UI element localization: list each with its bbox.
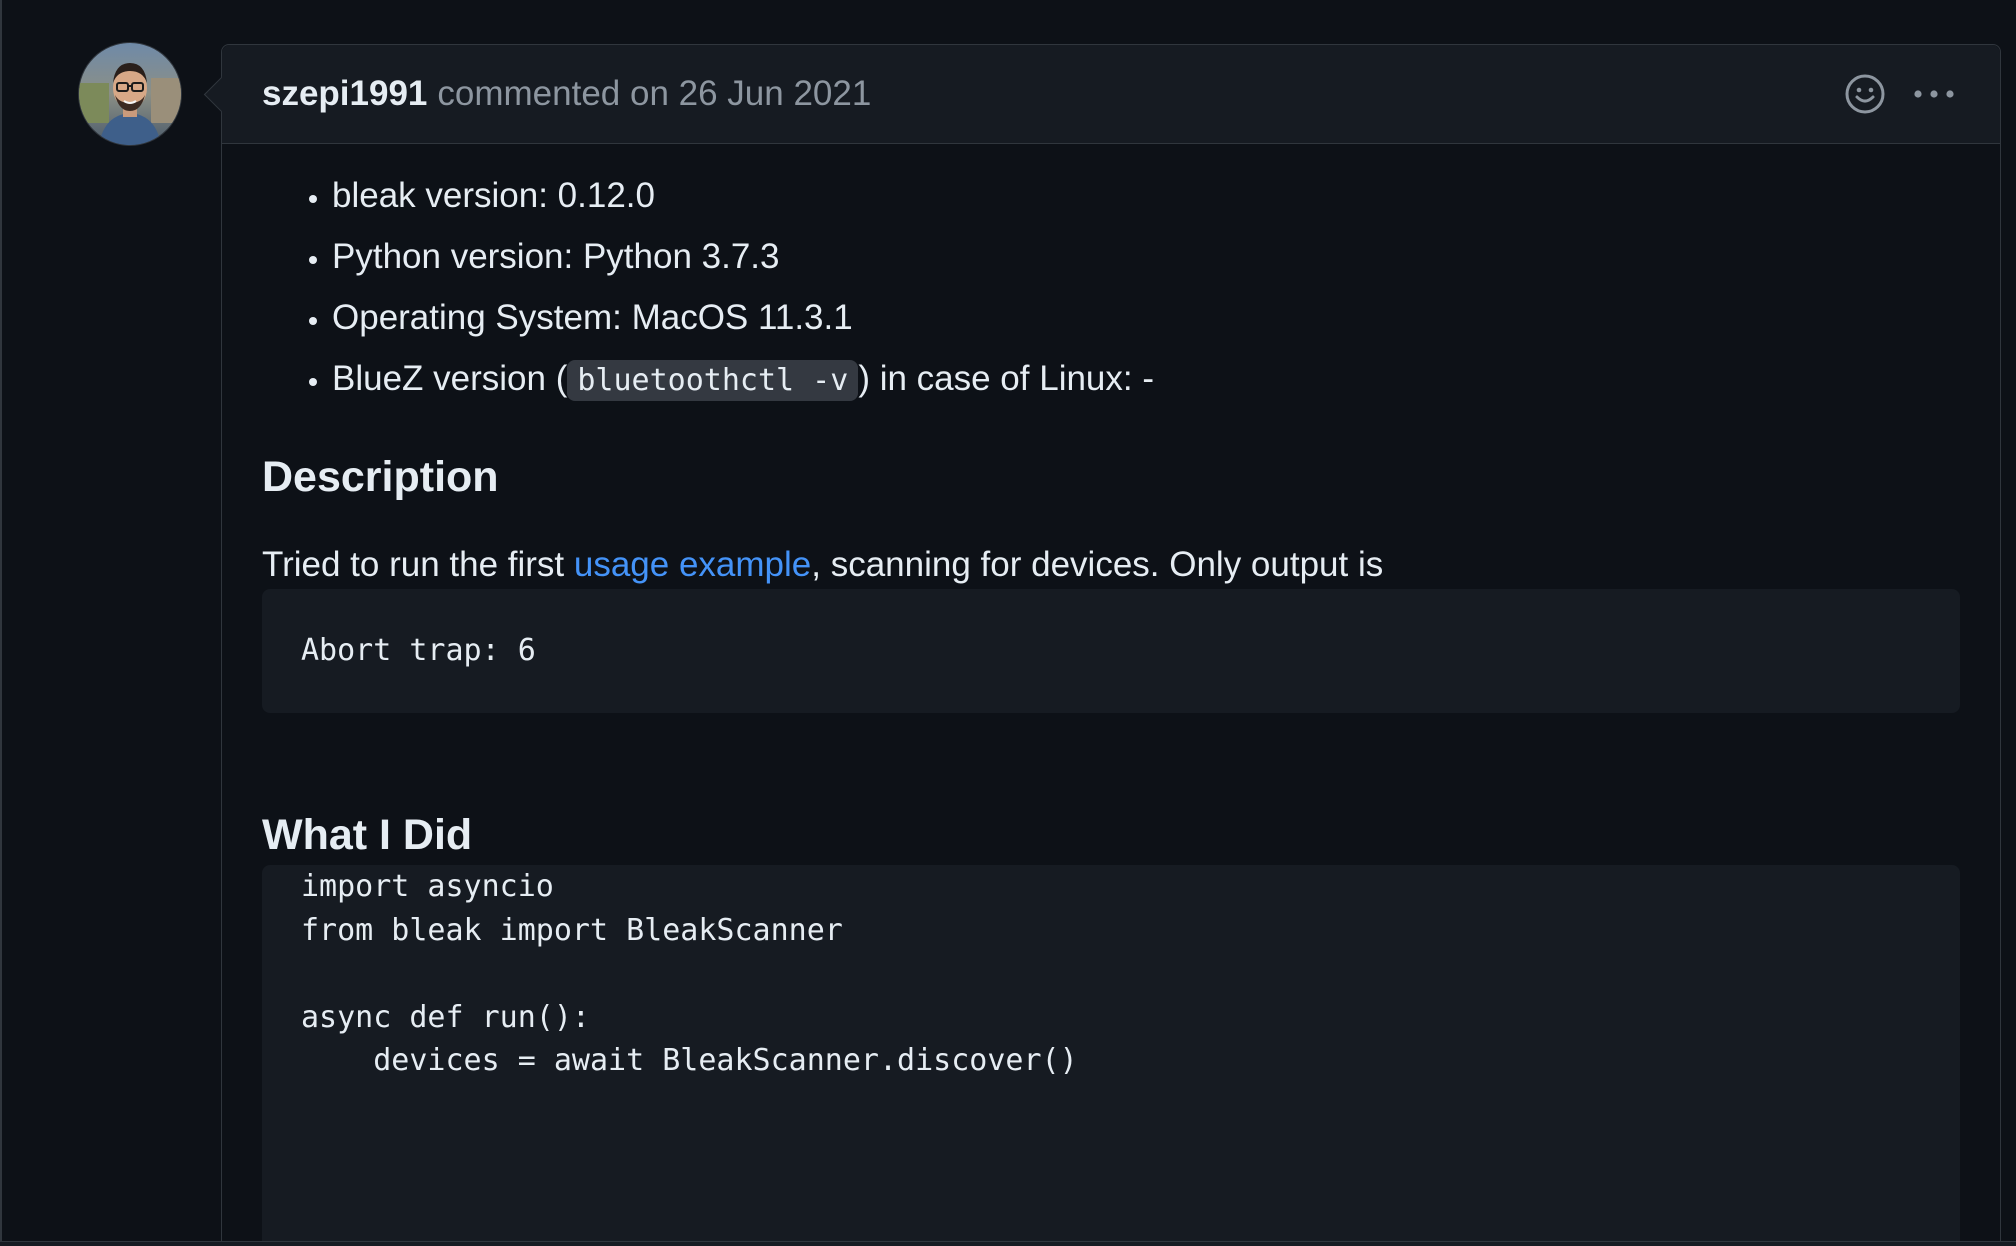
inline-code: bluetoothctl -v: [567, 360, 859, 401]
output-code-block: Abort trap: 6: [262, 589, 1960, 713]
usage-example-link[interactable]: usage example: [574, 545, 811, 584]
list-item-text: Python version: Python 3.7.3: [332, 237, 780, 276]
list-item-text: BlueZ version (: [332, 359, 568, 398]
description-text: , scanning for devices. Only output is: [811, 545, 1384, 584]
description-heading: Description: [262, 453, 499, 501]
list-item: Python version: Python 3.7.3: [332, 233, 1960, 281]
list-item-text: ) in case of Linux: -: [858, 359, 1155, 398]
comment-header: szepi1991 commented on 26 Jun 2021: [222, 45, 2000, 144]
author-link[interactable]: szepi1991: [262, 74, 427, 114]
environment-list: bleak version: 0.12.0 Python version: Py…: [262, 172, 1960, 405]
list-item: bleak version: 0.12.0: [332, 172, 1960, 220]
code-line: import asyncio: [301, 869, 554, 904]
what-i-did-heading: What I Did: [262, 811, 473, 859]
page: szepi1991 commented on 26 Jun 2021 • ble…: [0, 0, 2016, 1246]
comment-menu-button[interactable]: [1912, 87, 1956, 101]
code-line: async def run():: [301, 999, 590, 1035]
code-line: devices = await BleakScanner.discover(): [301, 1043, 1078, 1078]
description-paragraph: Tried to run the first usage example, sc…: [262, 541, 1960, 589]
list-item: Operating System: MacOS 11.3.1: [332, 294, 1960, 342]
code-line: from bleak import BleakScanner: [301, 912, 843, 948]
comment-body: bleak version: 0.12.0 Python version: Py…: [222, 144, 2000, 1246]
avatar[interactable]: [79, 43, 181, 145]
add-reaction-button[interactable]: [1844, 73, 1886, 115]
kebab-horizontal-icon: [1914, 90, 1954, 98]
list-item-text: bleak version: 0.12.0: [332, 176, 655, 215]
python-code-block: import asyncio from bleak import BleakSc…: [262, 865, 1960, 1246]
comment-box: szepi1991 commented on 26 Jun 2021 • ble…: [203, 44, 2001, 1246]
window-edge: [0, 0, 2, 1246]
avatar-image: [79, 43, 181, 145]
smiley-icon: [1845, 74, 1885, 114]
header-actions: [1844, 45, 1956, 143]
comment-timestamp[interactable]: commented on 26 Jun 2021: [437, 74, 871, 114]
description-text: Tried to run the first: [262, 545, 574, 584]
list-item: BlueZ version (bluetoothctl -v) in case …: [332, 355, 1960, 405]
list-item-text: Operating System: MacOS 11.3.1: [332, 298, 853, 337]
window-bottom-edge: [0, 1241, 2016, 1246]
